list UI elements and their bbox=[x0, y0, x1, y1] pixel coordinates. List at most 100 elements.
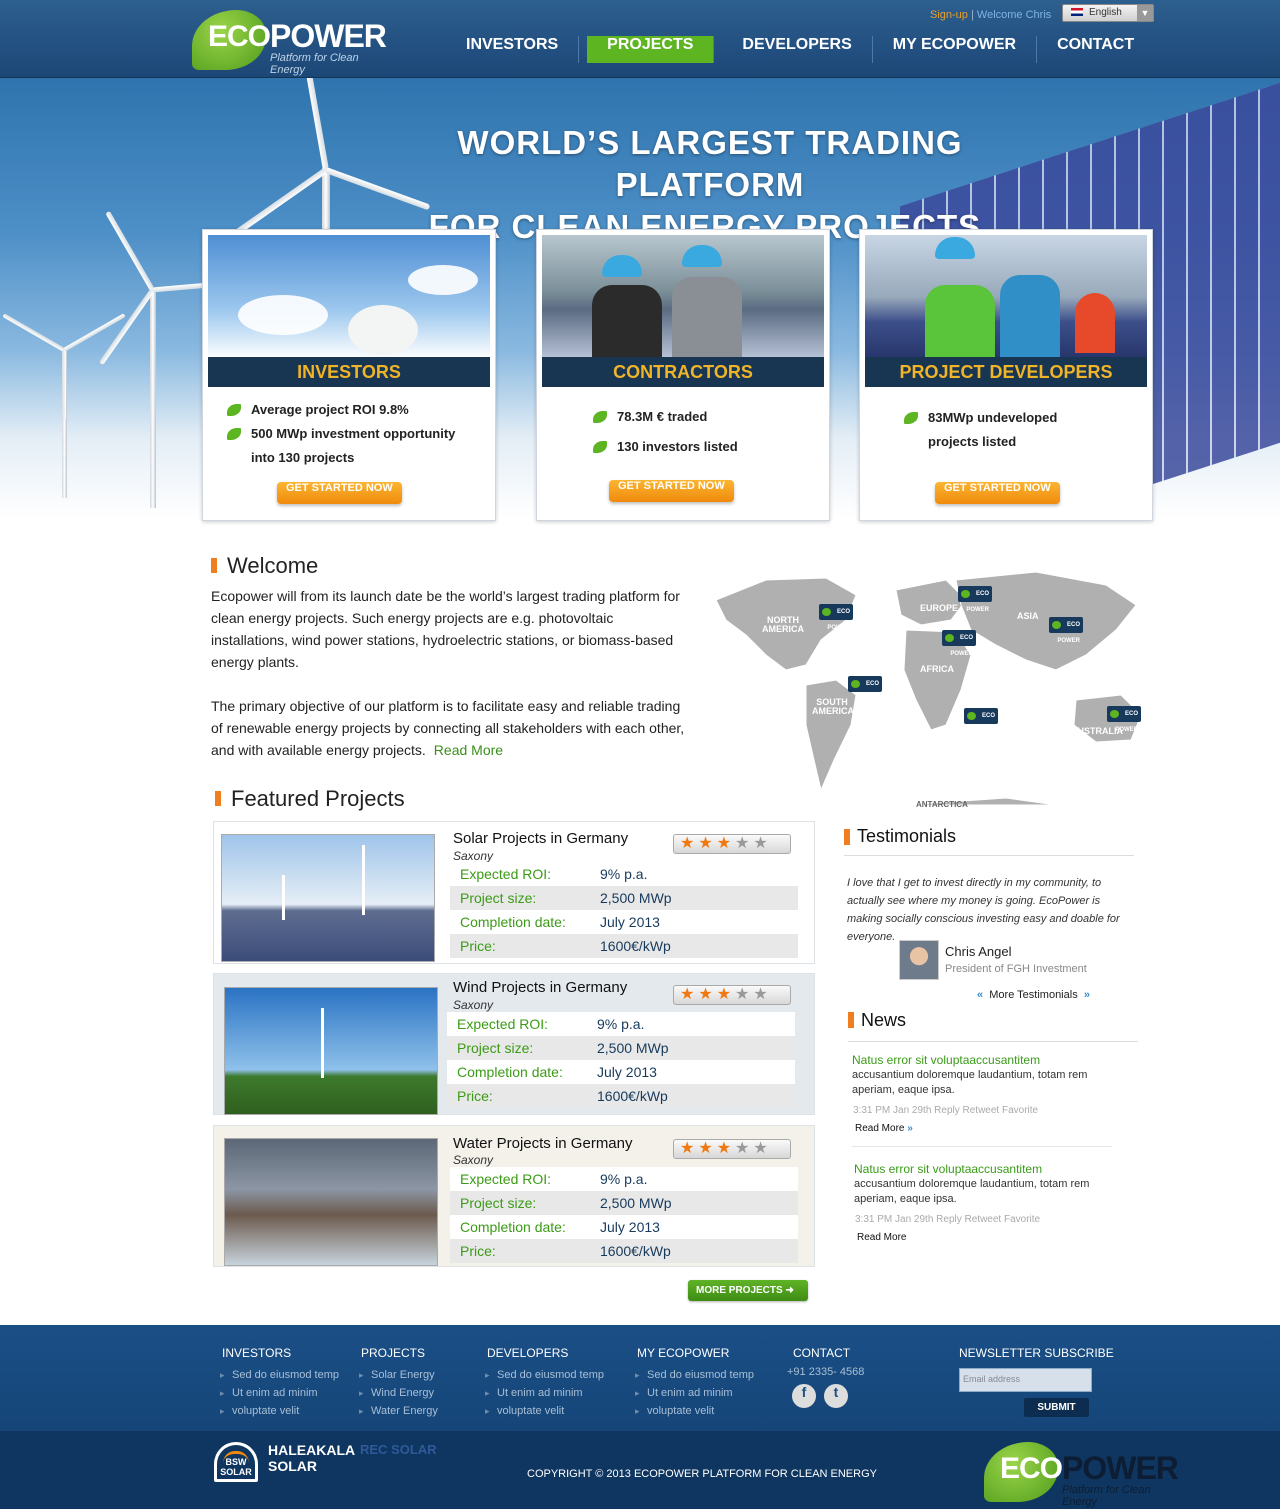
water-project-photo[interactable] bbox=[224, 1138, 438, 1266]
footer-link[interactable]: Wind Energy bbox=[359, 1384, 438, 1402]
featured-projects-heading: Featured Projects bbox=[231, 786, 405, 811]
footer-column-projects: PROJECTS Solar Energy Wind Energy Water … bbox=[359, 1346, 438, 1420]
project-card-water: Water Projects in Germany Saxony ★★★★★ E… bbox=[213, 1125, 815, 1267]
world-map-graphic bbox=[715, 571, 1142, 806]
section-marker bbox=[215, 791, 221, 806]
map-pin[interactable]: ECO POWER bbox=[964, 708, 998, 735]
footer-link[interactable]: voluptate velit bbox=[220, 1402, 339, 1420]
top-links: Sign-up | Welcome Chris bbox=[930, 9, 1051, 21]
chevron-left-icon[interactable]: « bbox=[977, 989, 983, 1001]
contractors-photo bbox=[542, 235, 824, 359]
detail-row-roi: Expected ROI: 9% p.a. bbox=[447, 1012, 795, 1036]
rating-stars[interactable]: ★★★★★ bbox=[673, 834, 791, 854]
footer-link[interactable]: Sed do eiusmod temp bbox=[220, 1366, 339, 1384]
project-details: Expected ROI: 9% p.a. Project size: 2,500 … bbox=[450, 862, 798, 958]
ecopower-logo[interactable]: ECO POWER Platform for Clean Energy bbox=[192, 6, 392, 76]
piggy-bank-photo bbox=[208, 235, 490, 359]
map-pin[interactable]: ECO POWER bbox=[942, 630, 976, 657]
footer-heading: DEVELOPERS bbox=[487, 1346, 569, 1360]
contractors-card: CONTRACTORS 78.3M € traded 130 investors… bbox=[536, 229, 830, 521]
detail-row-price: Price: 1600€/kWp bbox=[447, 1084, 795, 1108]
get-started-button[interactable]: GET STARTED NOW bbox=[277, 482, 402, 504]
language-selected-label: English bbox=[1089, 7, 1122, 18]
news-read-more-link[interactable]: Read More » bbox=[855, 1123, 913, 1134]
newsletter-submit-button[interactable]: SUBMIT bbox=[1024, 1398, 1089, 1417]
signup-link[interactable]: Sign-up bbox=[930, 9, 968, 21]
rating-stars[interactable]: ★★★★★ bbox=[673, 1139, 791, 1159]
project-region: Saxony bbox=[453, 1153, 494, 1167]
footer-column-investors: INVESTORS Sed do eiusmod temp Ut enim ad… bbox=[220, 1346, 339, 1420]
nav-projects[interactable]: PROJECTS bbox=[587, 36, 715, 63]
detail-row-completion: Completion date: July 2013 bbox=[450, 1215, 798, 1239]
solar-project-photo[interactable] bbox=[221, 834, 435, 962]
map-label-europe: EUROPE bbox=[920, 603, 959, 613]
map-pin[interactable]: ECO POWER bbox=[958, 586, 992, 613]
card-points: 78.3M € traded 130 investors listed bbox=[569, 402, 829, 462]
partner-logo-bsw-solar[interactable]: BSW SOLAR bbox=[214, 1442, 258, 1486]
contact-phone: +91 2335- 4568 bbox=[787, 1366, 865, 1378]
footer-link[interactable]: voluptate velit bbox=[635, 1402, 754, 1420]
nav-investors[interactable]: INVESTORS bbox=[446, 36, 580, 63]
footer-column-contact: CONTACT +91 2335- 4568 bbox=[787, 1346, 864, 1378]
language-select[interactable]: English ▼ bbox=[1062, 4, 1154, 22]
project-details: Expected ROI: 9% p.a. Project size: 2,500 … bbox=[450, 1167, 798, 1263]
footer-link[interactable]: Solar Energy bbox=[359, 1366, 438, 1384]
twitter-icon[interactable]: t bbox=[824, 1384, 848, 1408]
chevron-right-icon[interactable]: » bbox=[1084, 989, 1090, 1001]
footer-ecopower-logo[interactable]: ECO POWER Platform for Clean Energy bbox=[984, 1438, 1184, 1508]
leaf-bullet-icon bbox=[227, 428, 241, 440]
project-title[interactable]: Water Projects in Germany bbox=[453, 1135, 633, 1152]
project-title[interactable]: Solar Projects in Germany bbox=[453, 830, 628, 847]
project-region: Saxony bbox=[453, 849, 494, 863]
facebook-icon[interactable]: f bbox=[792, 1384, 816, 1408]
news-heading: News bbox=[861, 1010, 907, 1030]
leaf-bullet-icon bbox=[593, 441, 607, 453]
read-more-link[interactable]: Read More bbox=[434, 742, 503, 758]
testimonials-heading: Testimonials bbox=[857, 826, 957, 846]
partner-logo-rec-solar[interactable]: REC SOLAR bbox=[360, 1442, 448, 1486]
detail-row-price: Price: 1600€/kWp bbox=[450, 1239, 798, 1263]
nav-developers[interactable]: DEVELOPERS bbox=[722, 36, 873, 63]
footer-link[interactable]: voluptate velit bbox=[485, 1402, 604, 1420]
divider bbox=[848, 1041, 1138, 1042]
footer-link[interactable]: Ut enim ad minim bbox=[635, 1384, 754, 1402]
detail-row-size: Project size: 2,500 MWp bbox=[450, 1191, 798, 1215]
map-pin[interactable]: ECO POWER bbox=[1107, 706, 1141, 733]
detail-row-roi: Expected ROI: 9% p.a. bbox=[450, 862, 798, 886]
leaf-bullet-icon bbox=[227, 404, 241, 416]
footer-link[interactable]: Sed do eiusmod temp bbox=[485, 1366, 604, 1384]
footer-link[interactable]: Ut enim ad minim bbox=[220, 1384, 339, 1402]
newsletter-email-input[interactable]: Email address bbox=[959, 1368, 1092, 1392]
map-label-antarctica: ANTARCTICA bbox=[916, 800, 968, 809]
more-testimonials-link[interactable]: « More Testimonials » bbox=[977, 989, 1090, 1001]
news-headline[interactable]: Natus error sit voluptaaccusantitem bbox=[852, 1053, 1040, 1067]
news-read-more-link[interactable]: Read More bbox=[857, 1232, 906, 1243]
map-pin[interactable]: ECO POWER bbox=[819, 604, 853, 631]
footer-link[interactable]: Sed do eiusmod temp bbox=[635, 1366, 754, 1384]
section-marker bbox=[848, 1012, 854, 1028]
project-details: Expected ROI: 9% p.a. Project size: 2,500 … bbox=[447, 1012, 795, 1108]
leaf-bullet-icon bbox=[904, 412, 918, 424]
map-label-south-america: SOUTH AMERICA bbox=[812, 697, 854, 716]
nav-my-ecopower[interactable]: MY ECOPOWER bbox=[873, 36, 1038, 63]
wind-project-photo[interactable] bbox=[224, 987, 438, 1115]
welcome-user-link[interactable]: Welcome Chris bbox=[977, 9, 1051, 21]
footer-link[interactable]: Water Energy bbox=[359, 1402, 438, 1420]
chevron-down-icon[interactable]: ▼ bbox=[1137, 5, 1153, 21]
news-headline[interactable]: Natus error sit voluptaaccusantitem bbox=[854, 1162, 1042, 1176]
footer-link[interactable]: Ut enim ad minim bbox=[485, 1384, 604, 1402]
get-started-button[interactable]: GET STARTED NOW bbox=[609, 480, 734, 502]
card-points: Average project ROI 9.8% 500 MWp investm… bbox=[203, 398, 495, 470]
project-title[interactable]: Wind Projects in Germany bbox=[453, 979, 627, 996]
partner-logo-haleakala-solar[interactable]: HALEAKALA SOLAR bbox=[268, 1442, 355, 1486]
map-pin[interactable]: ECO POWER bbox=[1049, 617, 1083, 644]
get-started-button[interactable]: GET STARTED NOW bbox=[935, 482, 1060, 504]
rating-stars[interactable]: ★★★★★ bbox=[673, 985, 791, 1005]
detail-row-size: Project size: 2,500 MWp bbox=[450, 886, 798, 910]
logo-power-text: POWER bbox=[1062, 1450, 1179, 1486]
developers-photo bbox=[865, 235, 1147, 359]
more-projects-button[interactable]: MORE PROJECTS ➜ bbox=[688, 1280, 808, 1301]
map-pin[interactable]: ECO POWER bbox=[848, 676, 882, 703]
footer-heading: PROJECTS bbox=[361, 1346, 426, 1360]
nav-contact[interactable]: CONTACT bbox=[1037, 36, 1154, 63]
